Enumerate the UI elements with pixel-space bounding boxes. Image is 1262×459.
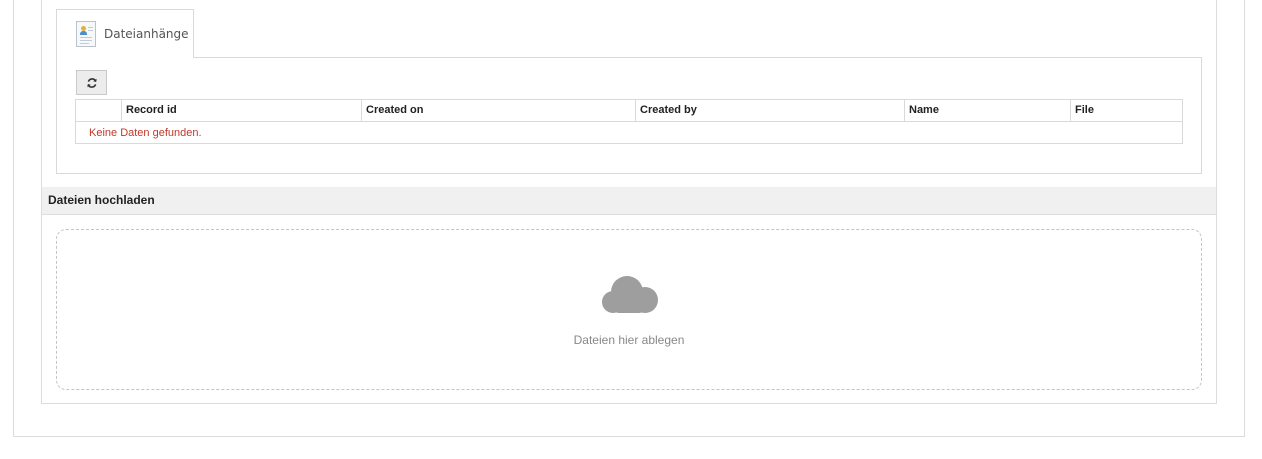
tab-dateianhaenge[interactable]: Dateianhänge xyxy=(56,9,194,58)
upload-section-header xyxy=(42,187,1216,215)
column-header-name[interactable]: Name xyxy=(904,100,1070,121)
cloud-icon xyxy=(602,276,658,313)
dropzone-text: Dateien hier ablegen xyxy=(573,333,685,347)
column-header-select[interactable] xyxy=(76,100,121,121)
column-header-created-by[interactable]: Created by xyxy=(635,100,904,121)
grid-header: Record id Created on Created by Name Fil… xyxy=(76,100,1182,122)
tab-label: Dateianhänge xyxy=(104,27,189,41)
attachments-grid: Record id Created on Created by Name Fil… xyxy=(75,99,1183,144)
contact-card-icon xyxy=(76,21,96,47)
column-header-created-on[interactable]: Created on xyxy=(361,100,635,121)
column-header-record-id[interactable]: Record id xyxy=(121,100,361,121)
upload-section-title: Dateien hochladen xyxy=(48,193,155,207)
refresh-button[interactable] xyxy=(76,70,107,95)
empty-message: Keine Daten gefunden. xyxy=(89,127,202,139)
column-header-file[interactable]: File xyxy=(1070,100,1182,121)
refresh-icon xyxy=(86,77,97,88)
